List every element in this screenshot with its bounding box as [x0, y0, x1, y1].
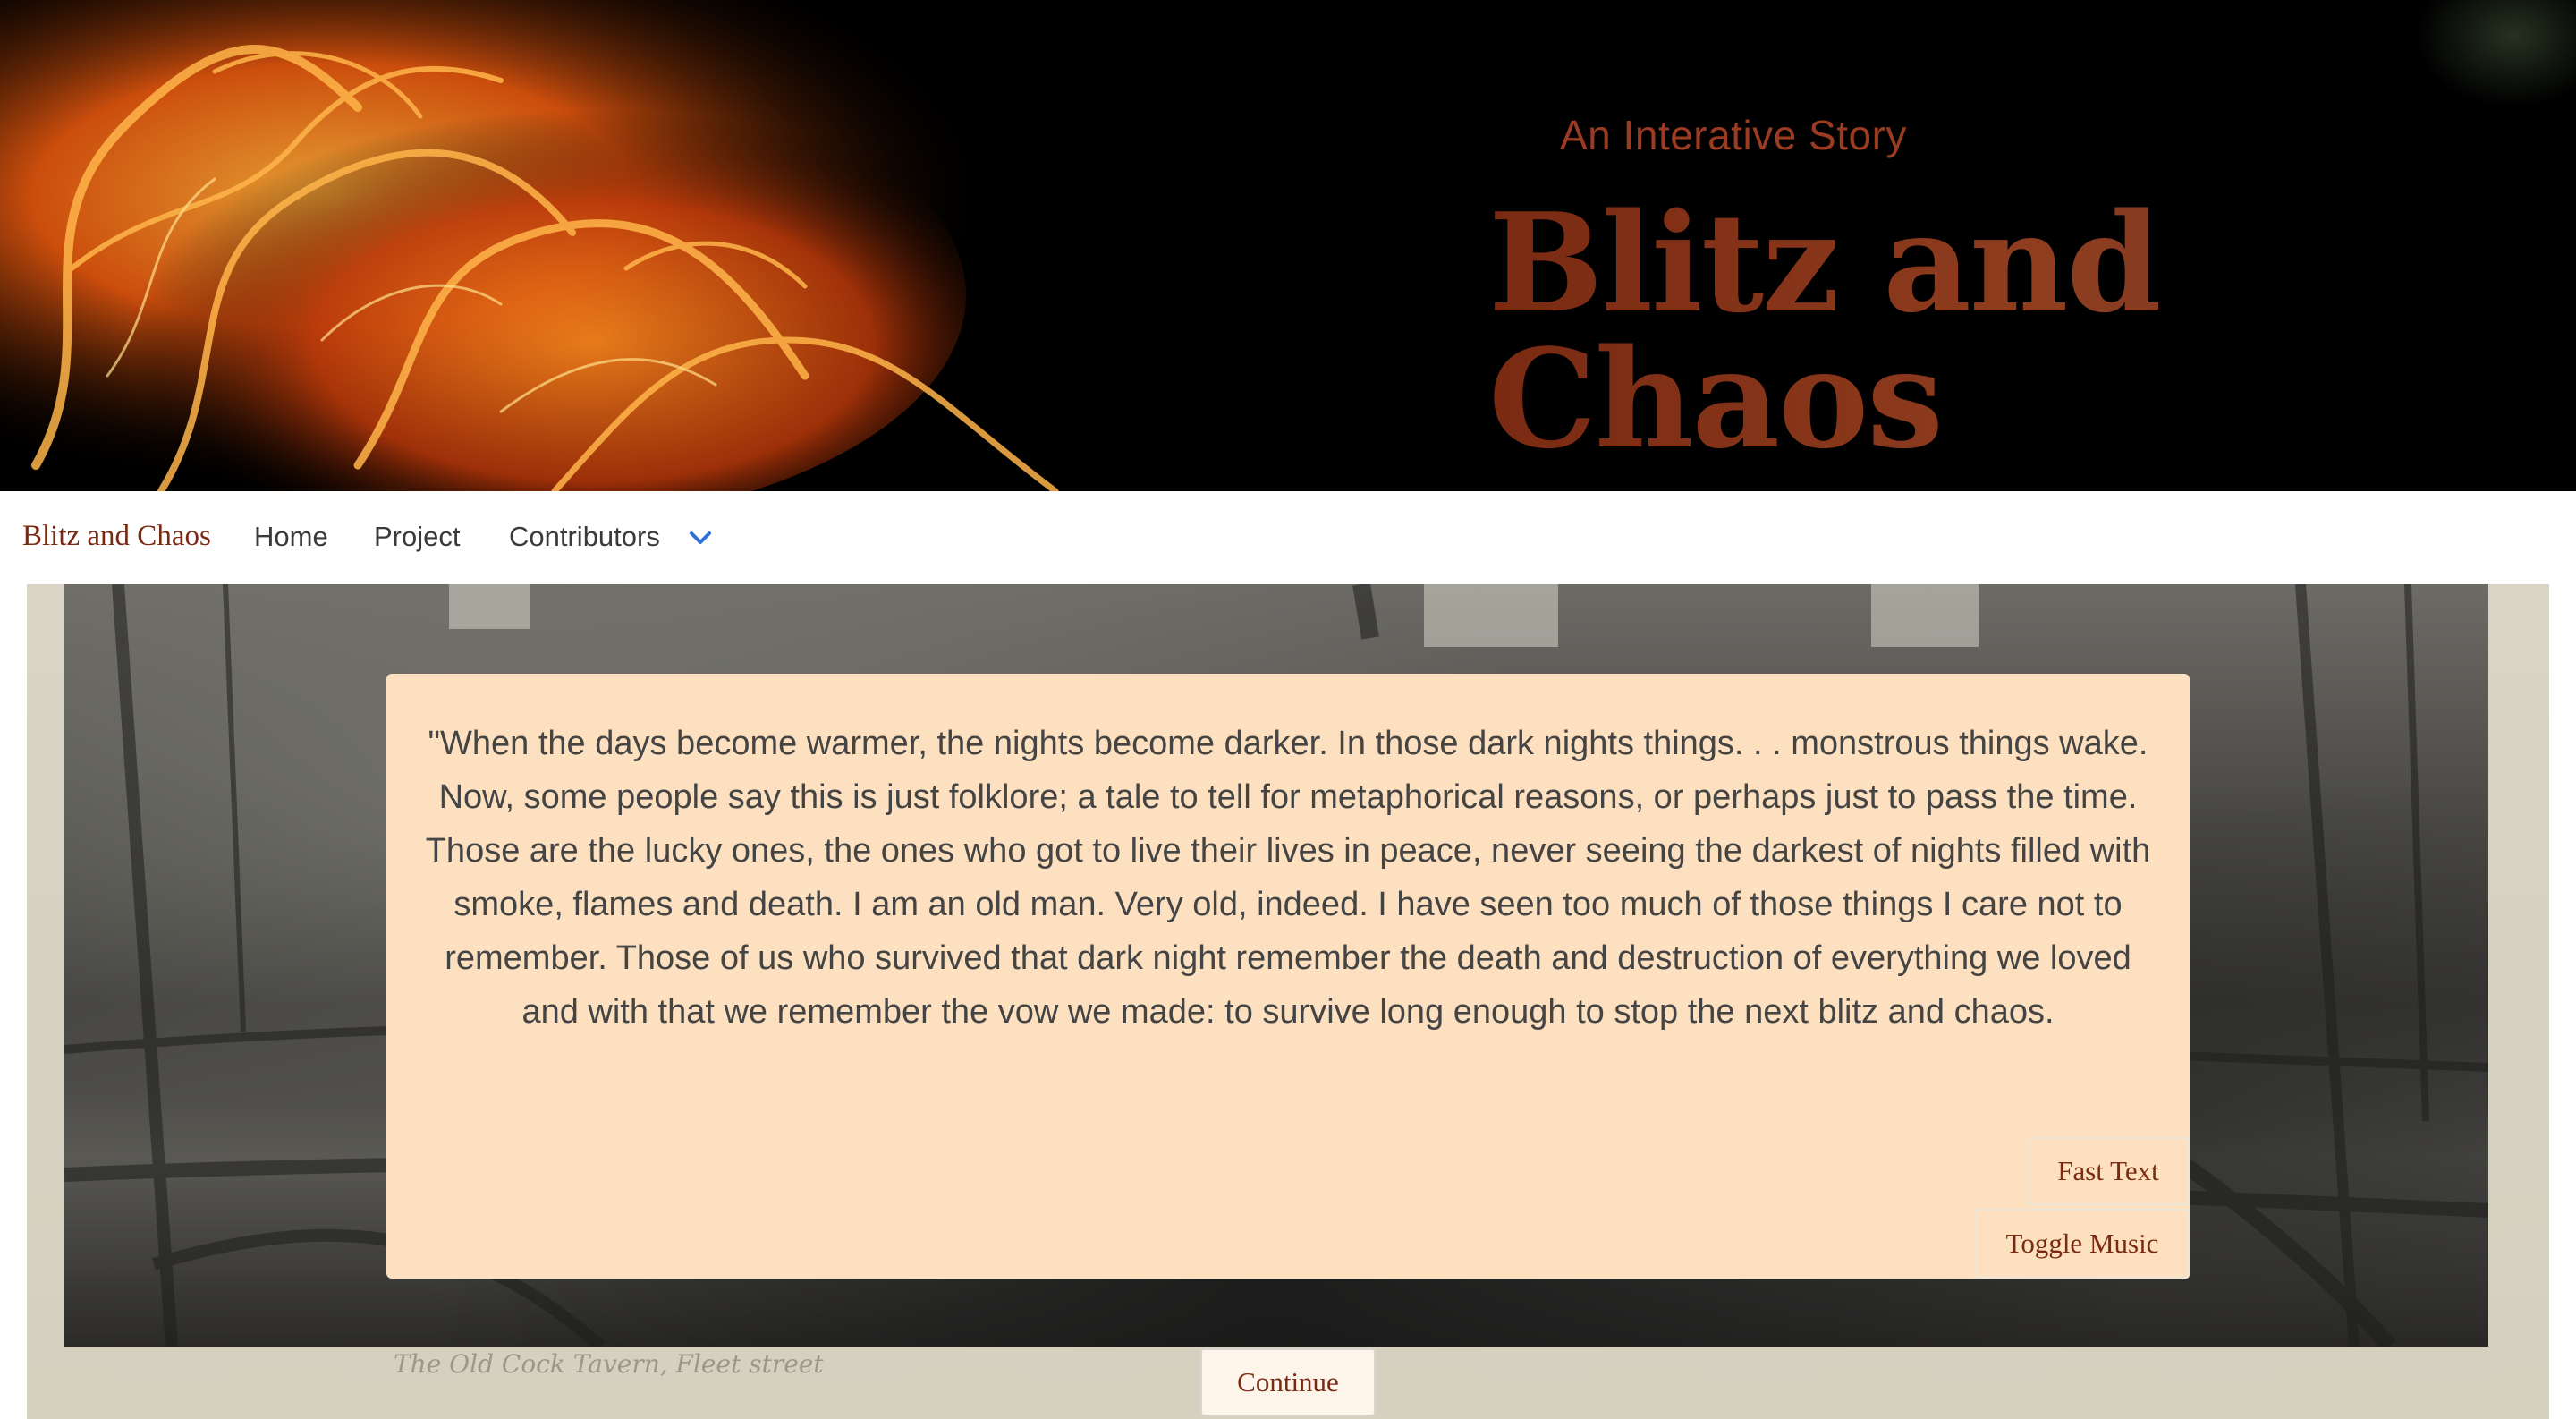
- navbar-brand[interactable]: Blitz and Chaos: [22, 520, 211, 553]
- nav-link-project[interactable]: Project: [374, 521, 460, 553]
- story-card: "When the days become warmer, the nights…: [386, 674, 2190, 1279]
- navbar: Blitz and Chaos Home Project Contributor…: [0, 491, 2576, 584]
- flames-image: [0, 0, 1109, 491]
- hero-subtitle: An Interative Story: [1560, 112, 1907, 158]
- nav-link-contributors[interactable]: Contributors: [509, 521, 660, 553]
- fast-text-button[interactable]: Fast Text: [2027, 1137, 2190, 1205]
- chevron-down-icon[interactable]: [687, 526, 714, 549]
- hero-title: Blitz and Chaos: [1488, 195, 2576, 467]
- nav-link-home[interactable]: Home: [254, 521, 328, 553]
- toggle-music-button[interactable]: Toggle Music: [1975, 1209, 2190, 1279]
- hero-banner: An Interative Story Blitz and Chaos: [0, 0, 2576, 491]
- continue-button[interactable]: Continue: [1200, 1348, 1376, 1416]
- story-text: "When the days become warmer, the nights…: [425, 725, 2151, 1031]
- hero-glow: [2415, 0, 2576, 107]
- drawing-caption: The Old Cock Tavern, Fleet street: [394, 1349, 824, 1379]
